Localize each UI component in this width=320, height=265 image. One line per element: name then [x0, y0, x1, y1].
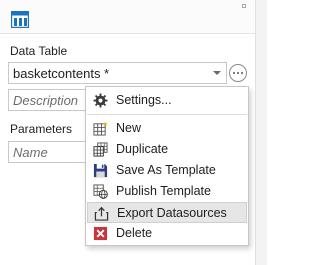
menu-separator: [87, 114, 247, 115]
panel-right-edge: [255, 0, 267, 265]
menu-item-duplicate[interactable]: Duplicate: [87, 139, 247, 160]
ellipsis-icon: [233, 72, 235, 74]
gear-icon: [93, 93, 108, 108]
app-logo-icon: [11, 11, 29, 28]
data-table-dropdown[interactable]: basketcontents *: [8, 62, 227, 84]
menu-label-save-as-template: Save As Template: [116, 163, 216, 177]
menu-label-new: New: [116, 121, 142, 135]
restore-icon[interactable]: [242, 4, 246, 8]
duplicate-table-icon: [93, 142, 108, 157]
menu-item-publish-template[interactable]: Publish Template: [87, 181, 247, 202]
menu-label-settings: Settings...: [116, 93, 172, 107]
export-box-icon: [94, 206, 109, 221]
chevron-down-icon[interactable]: [212, 70, 222, 76]
menu-item-save-as-template[interactable]: Save As Template: [87, 160, 247, 181]
menu-item-new[interactable]: New: [87, 118, 247, 139]
description-placeholder: Description: [13, 93, 79, 108]
menu-item-export-datasources[interactable]: Export Datasources: [87, 202, 247, 223]
parameter-name-placeholder: Name: [13, 145, 48, 160]
parameters-label: Parameters: [10, 122, 73, 136]
save-disk-icon: [93, 163, 108, 178]
context-menu: Settings... New Duplicate Save As Templa…: [85, 86, 249, 246]
menu-label-delete: Delete: [116, 226, 153, 240]
menu-item-settings[interactable]: Settings...: [87, 90, 247, 111]
delete-x-icon: [93, 226, 108, 241]
data-table-selected-value: basketcontents *: [13, 66, 110, 81]
new-table-icon: [93, 121, 108, 136]
menu-item-delete[interactable]: Delete: [87, 223, 247, 244]
menu-label-publish-template: Publish Template: [116, 184, 211, 198]
data-table-label: Data Table: [10, 44, 68, 58]
menu-label-duplicate: Duplicate: [116, 142, 169, 156]
publish-globe-icon: [93, 184, 108, 199]
panel-header-strip: [0, 0, 267, 34]
menu-label-export-datasources: Export Datasources: [117, 206, 227, 220]
more-options-button[interactable]: [229, 64, 247, 82]
